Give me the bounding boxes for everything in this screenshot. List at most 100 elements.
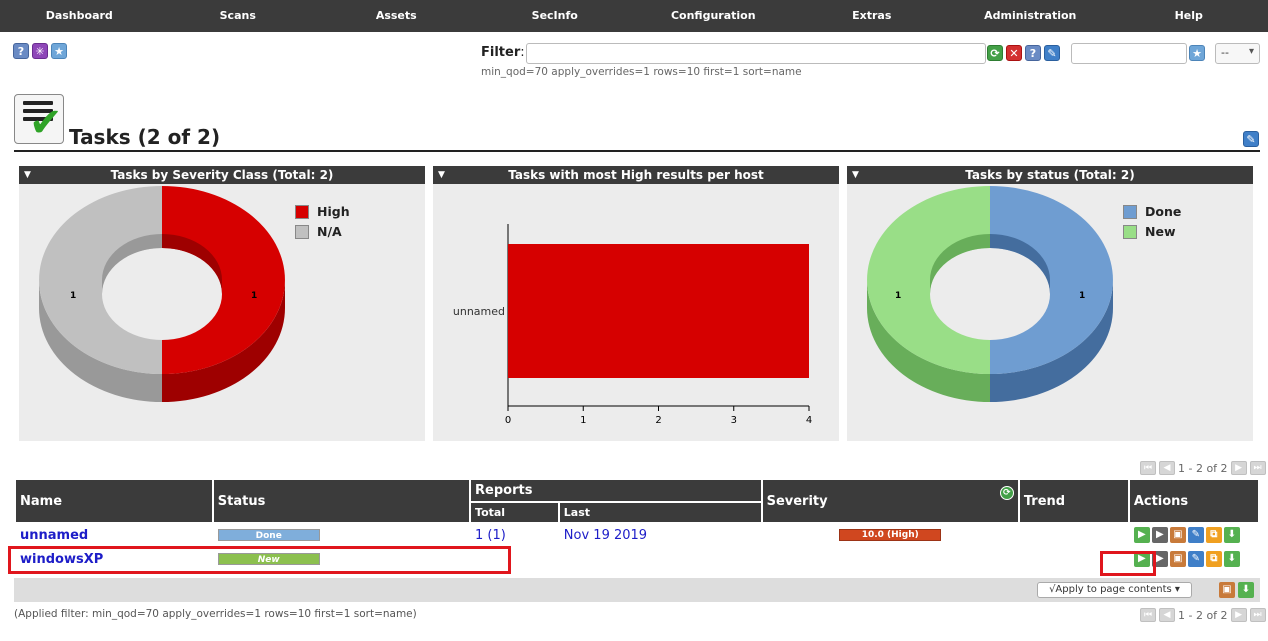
col-trend[interactable]: Trend: [1019, 480, 1128, 522]
nav-secinfo[interactable]: SecInfo: [476, 0, 635, 32]
col-name[interactable]: Name: [16, 480, 212, 522]
nav-help[interactable]: Help: [1110, 0, 1268, 32]
category-label-unnamed: unnamed: [453, 305, 505, 318]
donut-hole: [930, 248, 1050, 340]
prev-page-icon[interactable]: ◀: [1159, 608, 1175, 622]
edit-wrench-icon[interactable]: ✎: [1243, 131, 1259, 147]
task-name-link[interactable]: unnamed: [20, 528, 88, 543]
x-tick-label-3: 3: [731, 415, 737, 426]
star-icon[interactable]: ★: [51, 43, 67, 59]
table-row: unnamed Done 1 (1) Nov 19 2019 10.0 (Hig…: [16, 524, 1258, 546]
clear-filter-icon[interactable]: ✕: [1006, 45, 1022, 61]
pager-top: ⏮ ◀ 1 - 2 of 2 ▶ ⏭: [1140, 461, 1266, 475]
refresh-icon[interactable]: ⟳: [987, 45, 1003, 61]
panel-severity: ▼ Tasks by Severity Class (Total: 2) 1 1…: [19, 166, 425, 441]
panel-high-results: ▼ Tasks with most High results per host …: [433, 166, 839, 441]
severity-cell: 10.0 (High): [762, 524, 1018, 546]
high-results-bar-chart: unnamed 0 1 2 3 4: [453, 224, 812, 426]
export-icon[interactable]: ⬇: [1223, 551, 1240, 567]
trash-icon[interactable]: ▣: [1169, 527, 1186, 543]
nav-configuration[interactable]: Configuration: [634, 0, 793, 32]
actions-cell: ▶ ▶ ▣ ✎ ⧉ ⬇: [1129, 524, 1258, 546]
bulk-export-icon[interactable]: ⬇: [1238, 582, 1254, 598]
filter-hint: min_qod=70 apply_overrides=1 rows=10 fir…: [481, 66, 802, 78]
col-actions: Actions: [1129, 480, 1258, 522]
clone-icon[interactable]: ⧉: [1205, 551, 1222, 567]
collapse-triangle-icon[interactable]: ▼: [438, 166, 445, 184]
nav-dashboard[interactable]: Dashboard: [0, 0, 159, 32]
panel-status-title: Tasks by status (Total: 2): [965, 168, 1135, 182]
prev-page-icon[interactable]: ◀: [1159, 461, 1175, 475]
filter-help-icon[interactable]: ?: [1025, 45, 1041, 61]
donut-hole: [102, 248, 222, 340]
reports-last-link[interactable]: Nov 19 2019: [559, 524, 761, 546]
col-total[interactable]: Total: [471, 503, 558, 522]
severity-cell: [763, 548, 1018, 570]
nav-administration[interactable]: Administration: [951, 0, 1110, 32]
panel-status-header: ▼ Tasks by status (Total: 2): [847, 166, 1253, 184]
filter-actions: ⟳ ✕ ? ✎: [987, 45, 1060, 61]
wizard-icon[interactable]: ✳: [32, 43, 48, 59]
col-status[interactable]: Status: [213, 480, 470, 522]
x-tick-label-0: 0: [505, 415, 511, 426]
legend-item-done: Done: [1123, 204, 1181, 219]
severity-legend: High N/A: [295, 204, 350, 244]
collapse-triangle-icon[interactable]: ▼: [852, 166, 859, 184]
highlight-box-task-name: [8, 546, 511, 574]
page-title: Tasks (2 of 2): [69, 125, 221, 149]
pager-text: 1 - 2 of 2: [1178, 608, 1228, 622]
panel-severity-header: ▼ Tasks by Severity Class (Total: 2): [19, 166, 425, 184]
slice-label-new: 1: [895, 291, 901, 301]
collapse-triangle-icon[interactable]: ▼: [24, 166, 31, 184]
col-severity[interactable]: Severity ⟳: [762, 480, 1018, 522]
nav-extras[interactable]: Extras: [793, 0, 952, 32]
edit-icon[interactable]: ✎: [1187, 551, 1204, 567]
next-page-icon[interactable]: ▶: [1230, 608, 1247, 622]
edit-icon[interactable]: ✎: [1187, 527, 1204, 543]
next-page-icon[interactable]: ▶: [1230, 461, 1247, 475]
save-filter-star-icon[interactable]: ★: [1189, 45, 1205, 61]
last-page-icon[interactable]: ⏭: [1249, 461, 1266, 475]
first-page-icon[interactable]: ⏮: [1140, 461, 1156, 475]
panel-status: ▼ Tasks by status (Total: 2) 1 1 Done Ne…: [847, 166, 1253, 441]
x-tick-label-4: 4: [806, 415, 812, 426]
start-icon[interactable]: ▶: [1133, 527, 1150, 543]
panel-high-results-title: Tasks with most High results per host: [508, 168, 764, 182]
status-cell: Done: [213, 524, 470, 546]
nav-scans[interactable]: Scans: [159, 0, 318, 32]
status-donut-chart: 1 1: [867, 186, 1113, 402]
pager-bottom: ⏮ ◀ 1 - 2 of 2 ▶ ⏭: [1140, 608, 1266, 622]
x-axis-ticks: 0 1 2 3 4: [505, 406, 812, 426]
trash-icon[interactable]: ▣: [1169, 551, 1186, 567]
bar-unnamed: [508, 244, 809, 378]
apply-to-select[interactable]: √Apply to page contents ▾: [1037, 582, 1192, 598]
col-reports: Reports: [471, 480, 761, 501]
tasks-page-icon: ✔: [14, 94, 64, 144]
reports-total-link[interactable]: 1 (1): [471, 524, 558, 546]
refresh-icon[interactable]: ⟳: [999, 486, 1014, 500]
filter-input[interactable]: [526, 43, 986, 64]
resume-icon[interactable]: ▶: [1151, 527, 1168, 543]
clone-icon[interactable]: ⧉: [1205, 527, 1222, 543]
pager-text: 1 - 2 of 2: [1178, 461, 1228, 475]
panel-high-results-header: ▼ Tasks with most High results per host: [433, 166, 839, 184]
first-page-icon[interactable]: ⏮: [1140, 608, 1156, 622]
slice-label-high: 1: [251, 291, 257, 301]
status-bar: Done: [217, 529, 320, 541]
nav-assets[interactable]: Assets: [317, 0, 476, 32]
last-page-icon[interactable]: ⏭: [1249, 608, 1266, 622]
bulk-actions: ▣ ⬇: [1219, 582, 1254, 598]
help-icon[interactable]: ?: [13, 43, 29, 59]
edit-filter-icon[interactable]: ✎: [1044, 45, 1060, 61]
x-tick-label-1: 1: [580, 415, 586, 426]
col-last[interactable]: Last: [559, 503, 761, 522]
legend-item-high: High: [295, 204, 350, 219]
filter-select[interactable]: --: [1215, 43, 1260, 64]
export-icon[interactable]: ⬇: [1223, 527, 1240, 543]
filter-name-input[interactable]: [1071, 43, 1187, 64]
task-name-cell: unnamed: [16, 524, 212, 546]
slice-label-done: 1: [1079, 291, 1085, 301]
bulk-trash-icon[interactable]: ▣: [1219, 582, 1235, 598]
panel-severity-title: Tasks by Severity Class (Total: 2): [110, 168, 334, 182]
filter-label: Filter:: [481, 45, 525, 60]
